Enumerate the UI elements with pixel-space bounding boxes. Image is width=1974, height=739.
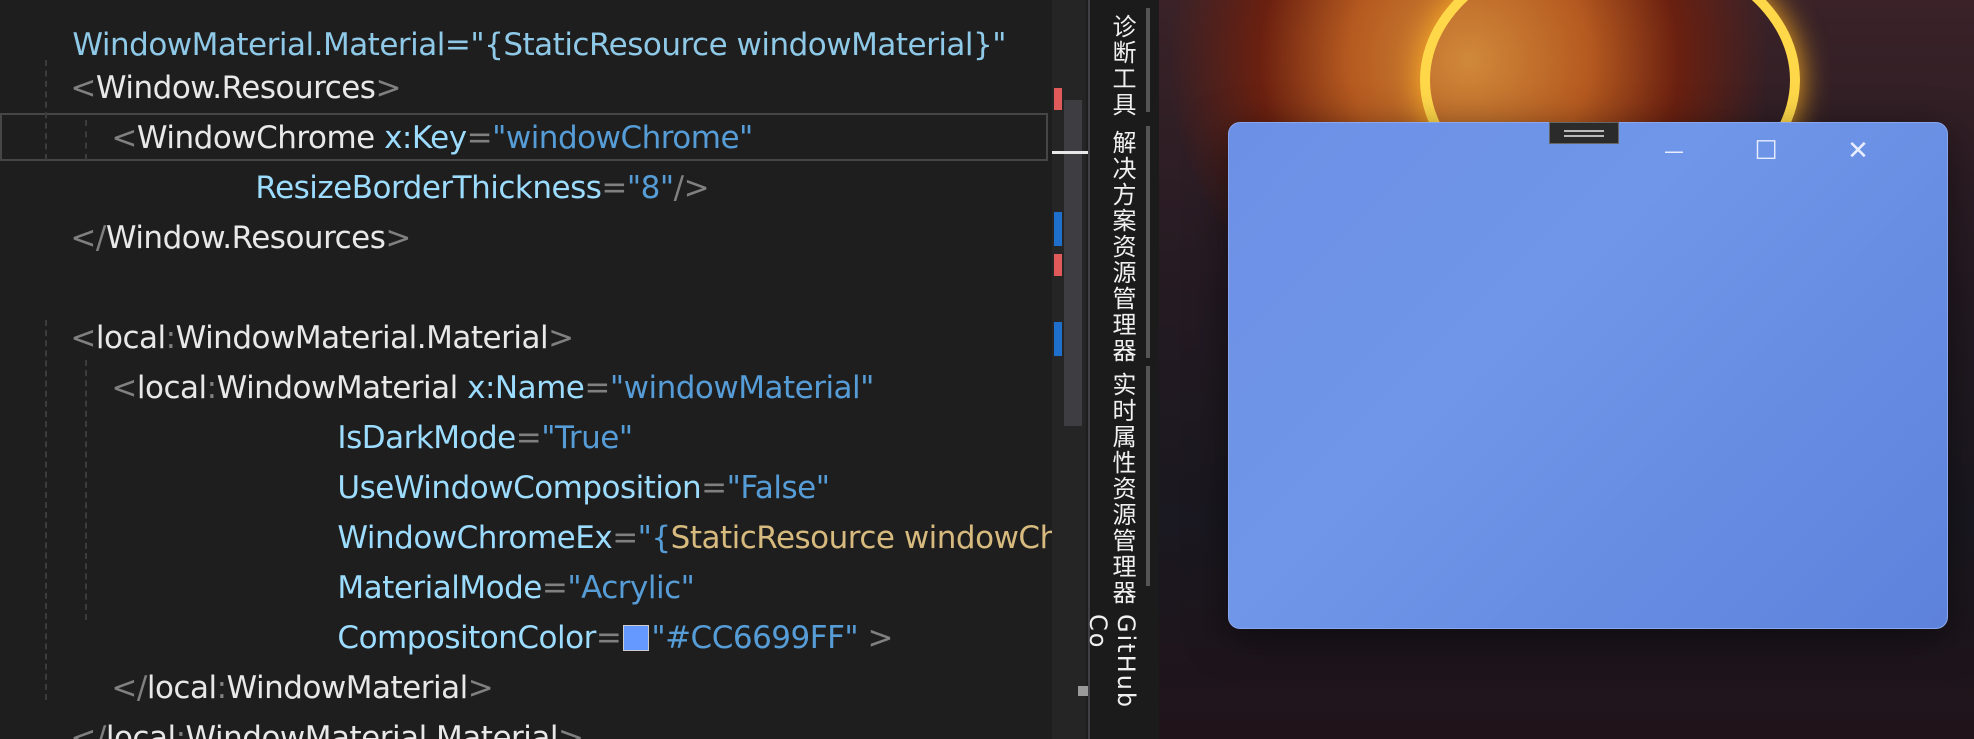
code-line: </Window.Resources> <box>33 163 411 256</box>
color-swatch-icon[interactable] <box>623 624 650 651</box>
namespace-prefix: local <box>105 720 176 739</box>
namespace-colon: : <box>206 370 217 406</box>
tab-live-property-explorer[interactable]: 实时属性资源管理器 <box>1100 372 1140 606</box>
maximize-button[interactable]: ☐ <box>1741 131 1791 171</box>
element-name: Window.Resources <box>105 220 386 256</box>
window-drag-grip[interactable] <box>1549 122 1619 144</box>
namespace-colon: : <box>175 720 186 739</box>
attribute-value: "#CC6699FF" <box>651 620 859 656</box>
tab-separator <box>1146 126 1150 358</box>
tab-separator <box>1146 366 1150 586</box>
tag-open-bracket: < <box>111 370 137 406</box>
equals-sign: = <box>595 620 622 656</box>
code-line: CompositonColor= "#CC6699FF" > <box>300 563 893 656</box>
error-marker[interactable] <box>1054 88 1062 110</box>
error-marker[interactable] <box>1054 254 1062 276</box>
code-line: <local:WindowMaterial.Material> <box>33 263 574 356</box>
code-editor[interactable]: WindowMaterial.Material="{StaticResource… <box>0 0 1052 739</box>
self-closing-tag: /> <box>673 170 710 206</box>
change-marker[interactable] <box>1054 212 1062 246</box>
code-line: </local:WindowMaterial.Material> <box>33 663 584 739</box>
code-line: <Window.Resources> <box>33 13 401 106</box>
tag-open-bracket: < <box>111 120 137 156</box>
scrollbar-corner <box>1078 686 1088 696</box>
code-line: <WindowChrome x:Key="windowChrome" <box>74 63 753 156</box>
tag-close-bracket: > <box>858 620 894 656</box>
namespace-prefix: local <box>136 370 207 406</box>
code-line: UseWindowComposition="False" <box>300 413 830 506</box>
acrylic-window[interactable]: — ☐ ✕ <box>1228 122 1948 629</box>
markup-extension-value: windowChr <box>903 520 1052 556</box>
element-name: WindowMaterial.Material <box>185 720 559 739</box>
attribute-value: "windowMaterial" <box>609 370 875 406</box>
code-line: MaterialMode="Acrylic" <box>300 513 694 606</box>
tag-close-bracket: > <box>558 720 584 739</box>
grip-line <box>1564 135 1604 137</box>
code-line: <local:WindowMaterial x:Name="windowMate… <box>74 313 874 406</box>
grip-line <box>1564 130 1604 132</box>
close-button[interactable]: ✕ <box>1833 131 1883 171</box>
tab-solution-explorer[interactable]: 解决方案资源管理器 <box>1100 130 1140 364</box>
equals-sign: = <box>601 170 627 206</box>
minimize-button[interactable]: — <box>1649 131 1699 171</box>
attribute-value: "8" <box>626 170 674 206</box>
tag-close-bracket: > <box>385 220 411 256</box>
code-line: IsDarkMode="True" <box>300 363 633 456</box>
code-line: </local:WindowMaterial> <box>74 613 493 706</box>
tab-diagnostic-tools[interactable]: 诊断工具 <box>1100 14 1140 118</box>
scrollbar-thumb[interactable] <box>1064 100 1082 426</box>
code-line-current: ResizeBorderThickness="8"/> <box>218 113 709 206</box>
code-line: WindowChromeEx="{StaticResource windowCh… <box>300 463 1052 556</box>
markup-extension-name: StaticResource <box>670 520 895 556</box>
scroll-position-indicator <box>1052 151 1088 154</box>
tab-github-copilot[interactable]: GitHub Co <box>1084 614 1140 739</box>
change-marker[interactable] <box>1054 322 1062 356</box>
tab-separator <box>1146 8 1150 112</box>
tag-close-open: </ <box>70 720 106 739</box>
tag-close-open: </ <box>70 220 106 256</box>
